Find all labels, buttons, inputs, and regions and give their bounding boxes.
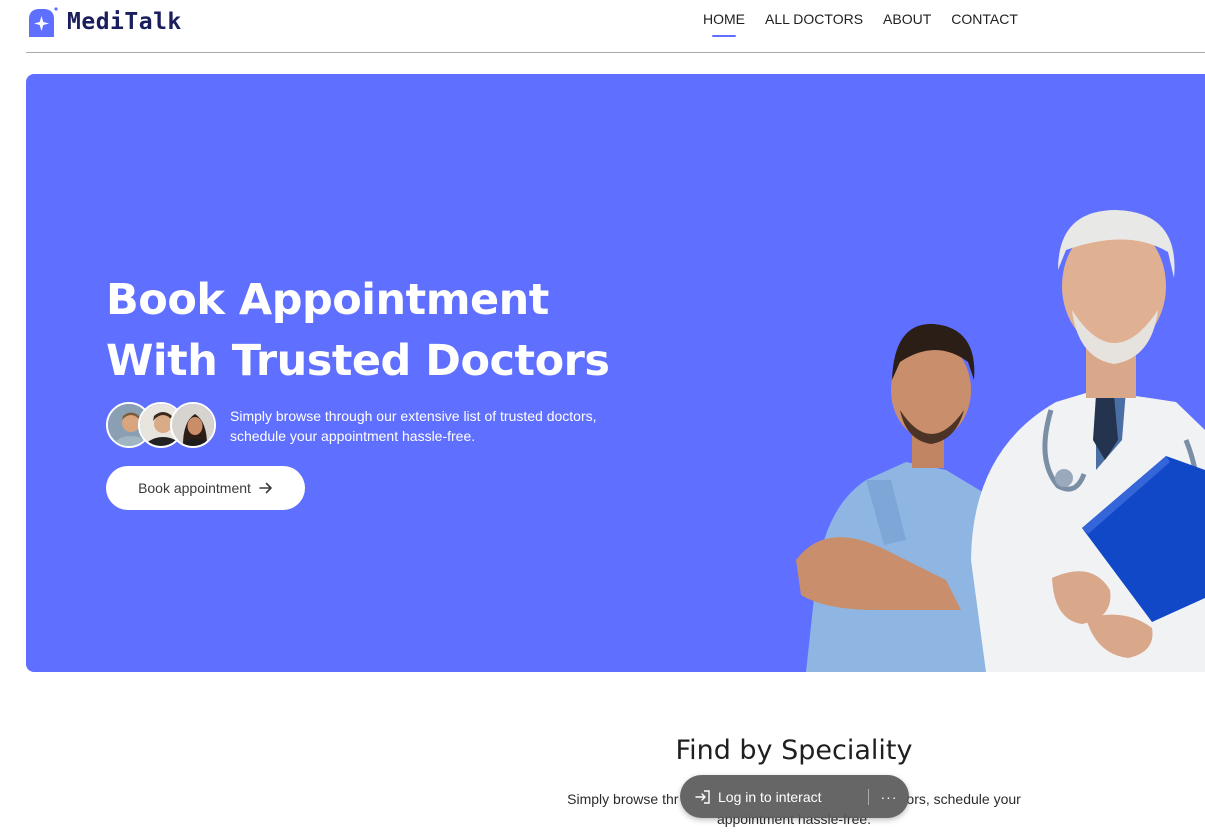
book-appointment-button[interactable]: Book appointment [106,466,305,510]
avatar [170,402,216,448]
nav-contact[interactable]: CONTACT [951,11,1018,27]
main-nav: HOME ALL DOCTORS ABOUT CONTACT [703,11,1038,37]
doctors-illustration [796,210,1205,672]
hero-title-line2: With Trusted Doctors [106,336,610,386]
hero-description: Simply browse through our extensive list… [230,406,610,446]
arrow-right-icon [259,482,272,494]
nav-about[interactable]: ABOUT [883,11,931,27]
header-divider [26,52,1205,53]
login-to-interact-button[interactable]: Log in to interact [680,789,868,805]
book-appointment-label: Book appointment [138,480,251,496]
site-header: MediTalk HOME ALL DOCTORS ABOUT CONTACT [0,0,1205,54]
hero-desc-line2: schedule your appointment hassle-free. [230,428,476,444]
login-label: Log in to interact [718,788,822,805]
brand-name: MediTalk [67,8,182,35]
speciality-title: Find by Speciality [675,735,913,766]
hero-desc-line1: Simply browse through our extensive list… [230,408,597,424]
sparkle-house-icon [29,7,58,37]
hero-banner: Book Appointment With Trusted Doctors Si… [26,74,1205,672]
more-dots-icon[interactable]: ··· [869,789,909,805]
sign-in-icon [695,789,710,804]
hero-title: Book Appointment With Trusted Doctors [106,270,610,392]
nav-home[interactable]: HOME [703,11,745,37]
patient-avatars [106,402,218,450]
hero-title-line1: Book Appointment [106,275,549,325]
login-toast: Log in to interact ··· [680,775,909,818]
nav-all-doctors[interactable]: ALL DOCTORS [765,11,863,27]
brand-logo[interactable]: MediTalk [25,6,182,37]
